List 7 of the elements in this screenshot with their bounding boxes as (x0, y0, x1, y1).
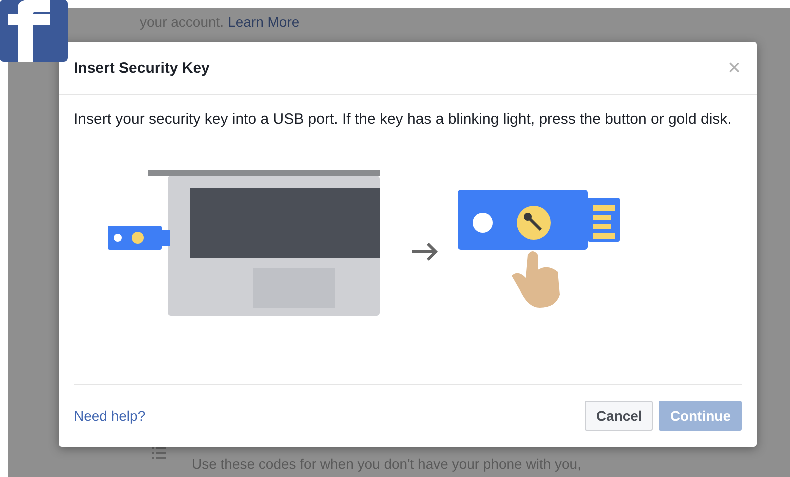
help-link[interactable]: Need help? (74, 408, 146, 424)
list-icon (152, 446, 168, 460)
learn-more-link[interactable]: Learn More (228, 14, 300, 30)
dialog-title: Insert Security Key (74, 60, 210, 76)
instruction-text: Insert your security key into a USB port. If the key has a blinking light, press the button or gold disk. (74, 110, 733, 130)
close-button[interactable]: × (726, 55, 743, 81)
cancel-button[interactable]: Cancel (585, 401, 654, 431)
